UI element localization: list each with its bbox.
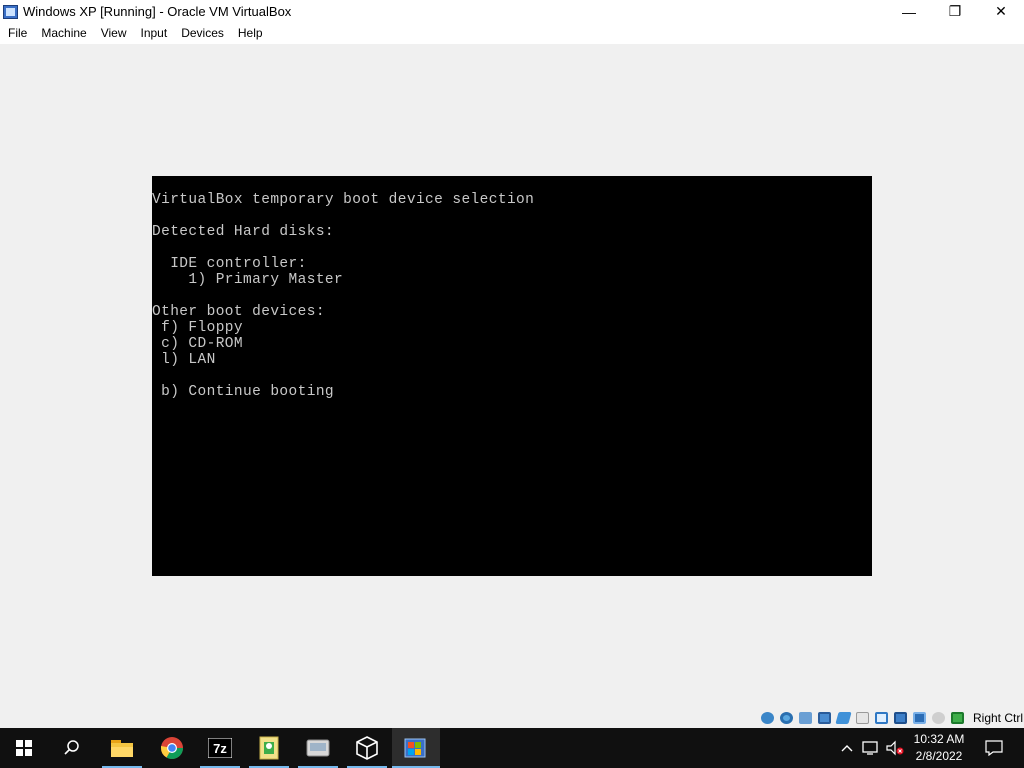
virtualbox-cube-icon <box>356 736 378 760</box>
virtualbox-app-icon[interactable] <box>3 4 19 20</box>
keyboard-icon[interactable] <box>949 710 966 726</box>
chrome-icon <box>161 737 183 759</box>
show-hidden-icons-button[interactable] <box>836 728 858 768</box>
green-app-icon <box>259 736 279 760</box>
search-icon <box>64 740 79 755</box>
taskbar-disk-app[interactable] <box>294 728 342 768</box>
network-tray-icon <box>862 741 878 755</box>
search-button[interactable] <box>48 728 96 768</box>
action-center-button[interactable] <box>974 728 1014 768</box>
taskbar-windows-xp-vm[interactable] <box>392 728 440 768</box>
taskbar: 7z 10:32 AM 2/8/2022 <box>0 728 1024 768</box>
window-title: Windows XP [Running] - Oracle VM Virtual… <box>23 4 292 19</box>
restore-icon: ❐ <box>948 3 962 19</box>
taskbar-chrome[interactable] <box>148 728 196 768</box>
notification-icon <box>985 740 1003 756</box>
mouse-integration-icon[interactable] <box>930 710 947 726</box>
video-capture-icon[interactable] <box>892 710 909 726</box>
minimize-button[interactable]: — <box>886 0 932 23</box>
close-button[interactable]: ✕ <box>978 0 1024 23</box>
display-icon[interactable] <box>873 710 890 726</box>
vm-display[interactable]: VirtualBox temporary boot device selecti… <box>152 176 872 576</box>
start-button[interactable] <box>0 728 48 768</box>
minimize-icon: — <box>902 3 916 20</box>
menu-file[interactable]: File <box>0 23 34 44</box>
chevron-up-icon <box>841 745 853 752</box>
usb-icon[interactable] <box>835 710 852 726</box>
7zip-icon: 7z <box>208 738 232 758</box>
menu-input[interactable]: Input <box>134 23 175 44</box>
other-boot-devices-label: Other boot devices: <box>152 304 325 320</box>
shared-folders-icon[interactable] <box>854 710 871 726</box>
network-tray-button[interactable] <box>860 728 882 768</box>
svg-text:7z: 7z <box>213 741 227 756</box>
disk-app-icon <box>306 739 330 757</box>
clock[interactable]: 10:32 AM 2/8/2022 <box>904 731 974 765</box>
taskbar-green-app[interactable] <box>245 728 293 768</box>
boot-option-lan: l) LAN <box>152 352 216 368</box>
clock-date: 2/8/2022 <box>915 749 963 763</box>
folder-icon <box>111 740 133 757</box>
taskbar-file-explorer[interactable] <box>98 728 146 768</box>
window-controls: — ❐ ✕ <box>886 0 1024 23</box>
network-icon[interactable] <box>816 710 833 726</box>
taskbar-7zip[interactable]: 7z <box>196 728 244 768</box>
clock-time: 10:32 AM <box>913 732 965 746</box>
volume-muted-icon <box>886 740 904 756</box>
boot-option-cdrom: c) CD-ROM <box>152 336 244 352</box>
title-bar[interactable]: Windows XP [Running] - Oracle VM Virtual… <box>0 0 1024 23</box>
menu-devices[interactable]: Devices <box>174 23 231 44</box>
boot-option-continue: b) Continue booting <box>152 384 335 400</box>
menu-machine[interactable]: Machine <box>34 23 93 44</box>
menu-view[interactable]: View <box>94 23 134 44</box>
ide-controller-label: IDE controller: <box>152 256 307 272</box>
windows-xp-vm-icon <box>404 738 426 758</box>
boot-menu-heading: VirtualBox temporary boot device selecti… <box>152 192 535 208</box>
close-icon: ✕ <box>995 3 1007 19</box>
vm-status-bar: Right Ctrl <box>0 708 1024 728</box>
optical-drive-icon[interactable] <box>778 710 795 726</box>
menu-help[interactable]: Help <box>231 23 270 44</box>
menu-bar: File Machine View Input Devices Help <box>0 23 1024 44</box>
taskbar-virtualbox[interactable] <box>343 728 391 768</box>
detected-hard-disks-label: Detected Hard disks: <box>152 224 335 240</box>
status-icons <box>759 710 966 726</box>
hard-disk-icon[interactable] <box>759 710 776 726</box>
boot-option-floppy: f) Floppy <box>152 320 244 336</box>
volume-tray-button[interactable] <box>884 728 906 768</box>
windows-logo-icon <box>16 740 32 756</box>
audio-icon[interactable] <box>797 710 814 726</box>
restore-button[interactable]: ❐ <box>932 0 978 23</box>
boot-option-primary-master: 1) Primary Master <box>152 272 344 288</box>
virtualization-icon[interactable] <box>911 710 928 726</box>
host-key-label[interactable]: Right Ctrl <box>973 710 1023 726</box>
